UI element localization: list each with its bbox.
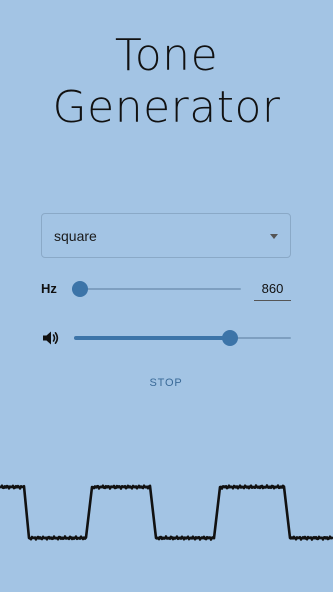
volume-slider[interactable] xyxy=(74,330,291,346)
frequency-slider[interactable] xyxy=(72,281,241,297)
waveform-trace xyxy=(0,484,333,541)
app-title-line-1: Tone xyxy=(114,30,219,81)
waveform-select-value: square xyxy=(54,227,97,244)
volume-icon xyxy=(42,330,60,346)
waveform-select[interactable]: square xyxy=(41,213,291,258)
app-title: Tone Generator xyxy=(0,30,333,134)
app-title-line-2: Generator xyxy=(52,82,281,133)
volume-slider-fill xyxy=(74,336,231,340)
frequency-label: Hz xyxy=(41,281,57,296)
frequency-slider-track xyxy=(72,288,241,290)
frequency-slider-thumb[interactable] xyxy=(72,281,89,297)
frequency-input[interactable]: 860 xyxy=(254,279,291,301)
dropdown-caret-icon xyxy=(270,234,278,239)
volume-slider-thumb[interactable] xyxy=(222,330,239,346)
stop-button[interactable]: STOP xyxy=(136,372,196,394)
waveform-display xyxy=(0,484,333,541)
